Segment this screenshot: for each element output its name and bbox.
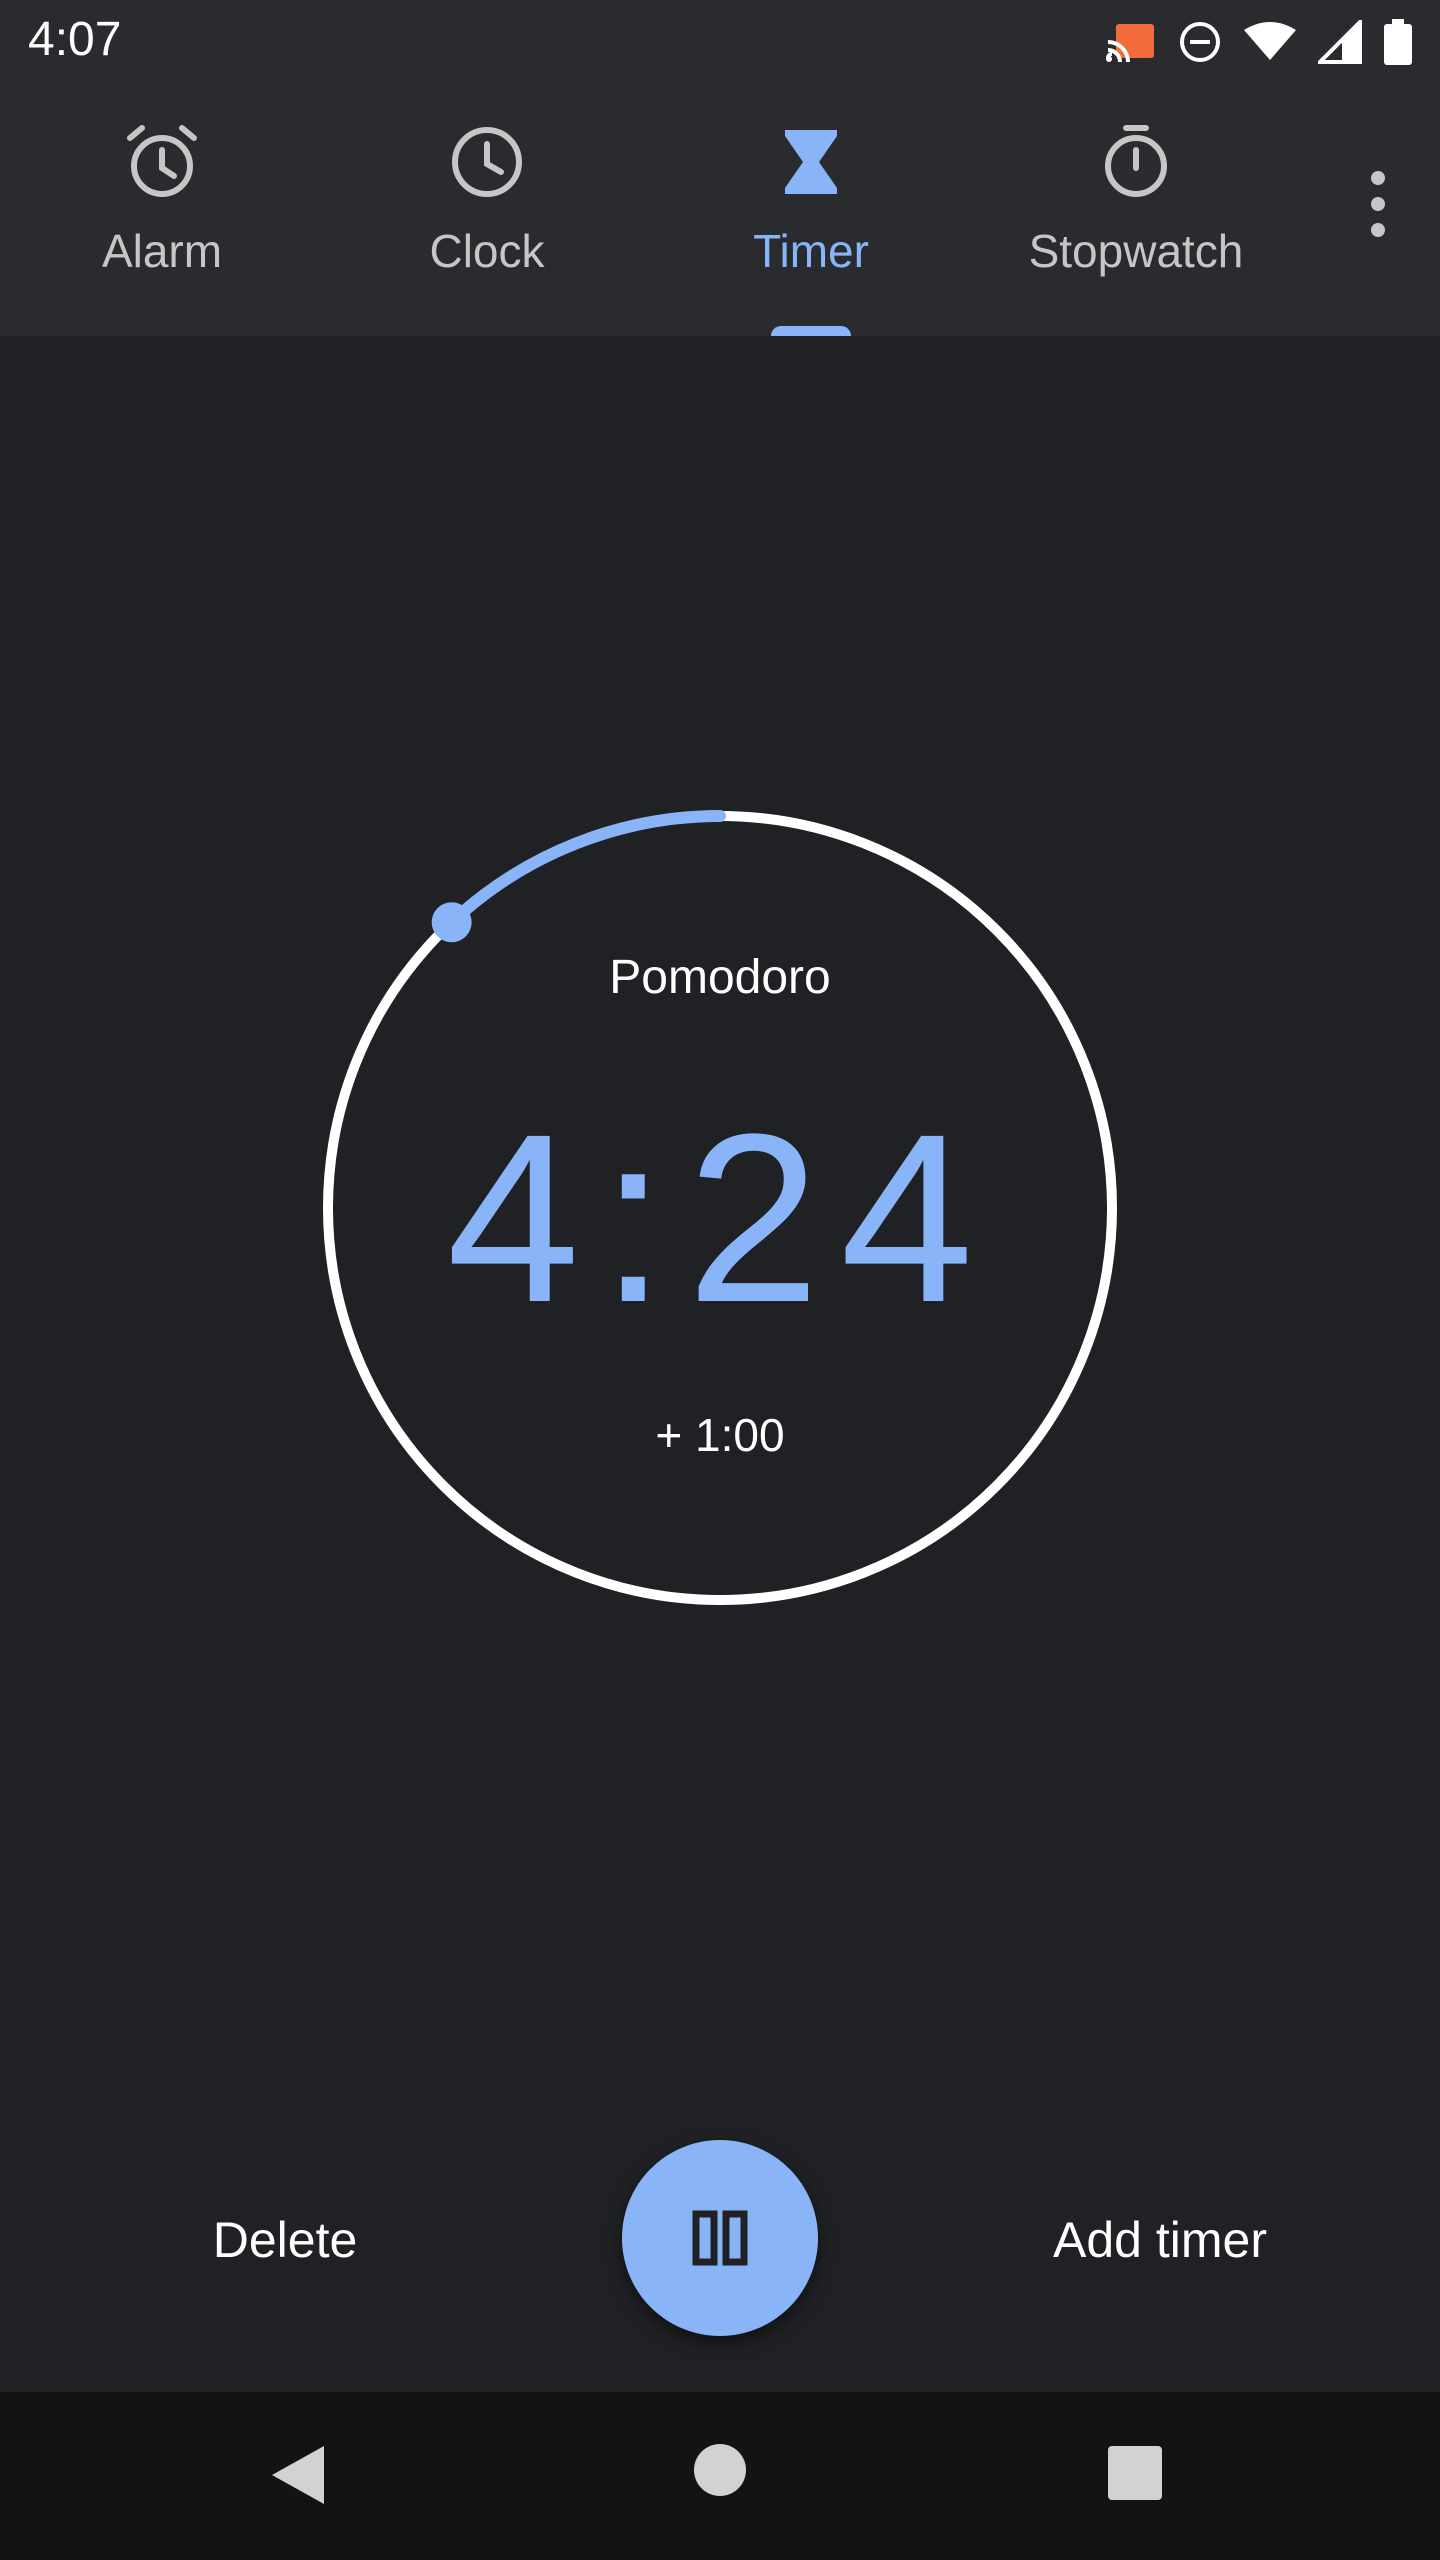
tab-label: Stopwatch xyxy=(1028,225,1244,277)
stopwatch-icon xyxy=(1105,125,1167,197)
navigation-bar xyxy=(0,2392,1440,2560)
battery-icon xyxy=(1384,19,1412,65)
tab-label: Clock xyxy=(429,225,545,277)
clock-icon xyxy=(452,127,522,197)
tab-timer[interactable]: Timer xyxy=(661,84,961,336)
tab-label: Alarm xyxy=(101,225,223,277)
timer-progress-knob xyxy=(431,902,472,943)
timer-elapsed-arc xyxy=(445,810,726,929)
add-timer-button[interactable]: Add timer xyxy=(1000,2200,1320,2280)
delete-button[interactable]: Delete xyxy=(150,2200,420,2280)
tab-stopwatch[interactable]: Stopwatch xyxy=(986,84,1286,336)
recents-icon[interactable] xyxy=(1108,2446,1162,2500)
signal-icon xyxy=(1318,20,1362,64)
timer-label[interactable]: Pomodoro xyxy=(420,950,1020,1005)
back-icon[interactable] xyxy=(270,2444,326,2506)
tab-clock[interactable]: Clock xyxy=(337,84,637,336)
home-icon[interactable] xyxy=(694,2444,746,2496)
tab-label: Timer xyxy=(753,225,869,277)
timer-remaining-time: 4:24 xyxy=(446,1084,994,1352)
status-icons xyxy=(1106,18,1412,66)
cast-icon xyxy=(1106,24,1154,62)
alarm-icon xyxy=(127,125,197,197)
status-bar: 4:07 xyxy=(0,0,1440,84)
pause-icon xyxy=(692,2210,748,2266)
active-tab-indicator xyxy=(771,326,851,336)
add-one-minute-button[interactable]: + 1:00 xyxy=(580,1400,860,1470)
hourglass-icon xyxy=(785,130,837,194)
more-vert-icon[interactable] xyxy=(1356,144,1400,264)
status-time: 4:07 xyxy=(28,13,122,66)
pause-button[interactable] xyxy=(622,2140,818,2336)
do-not-disturb-icon xyxy=(1180,22,1220,62)
tab-bar: Alarm Clock Timer Stopwatch xyxy=(0,84,1440,336)
tab-alarm[interactable]: Alarm xyxy=(12,84,312,336)
wifi-icon xyxy=(1244,22,1296,60)
